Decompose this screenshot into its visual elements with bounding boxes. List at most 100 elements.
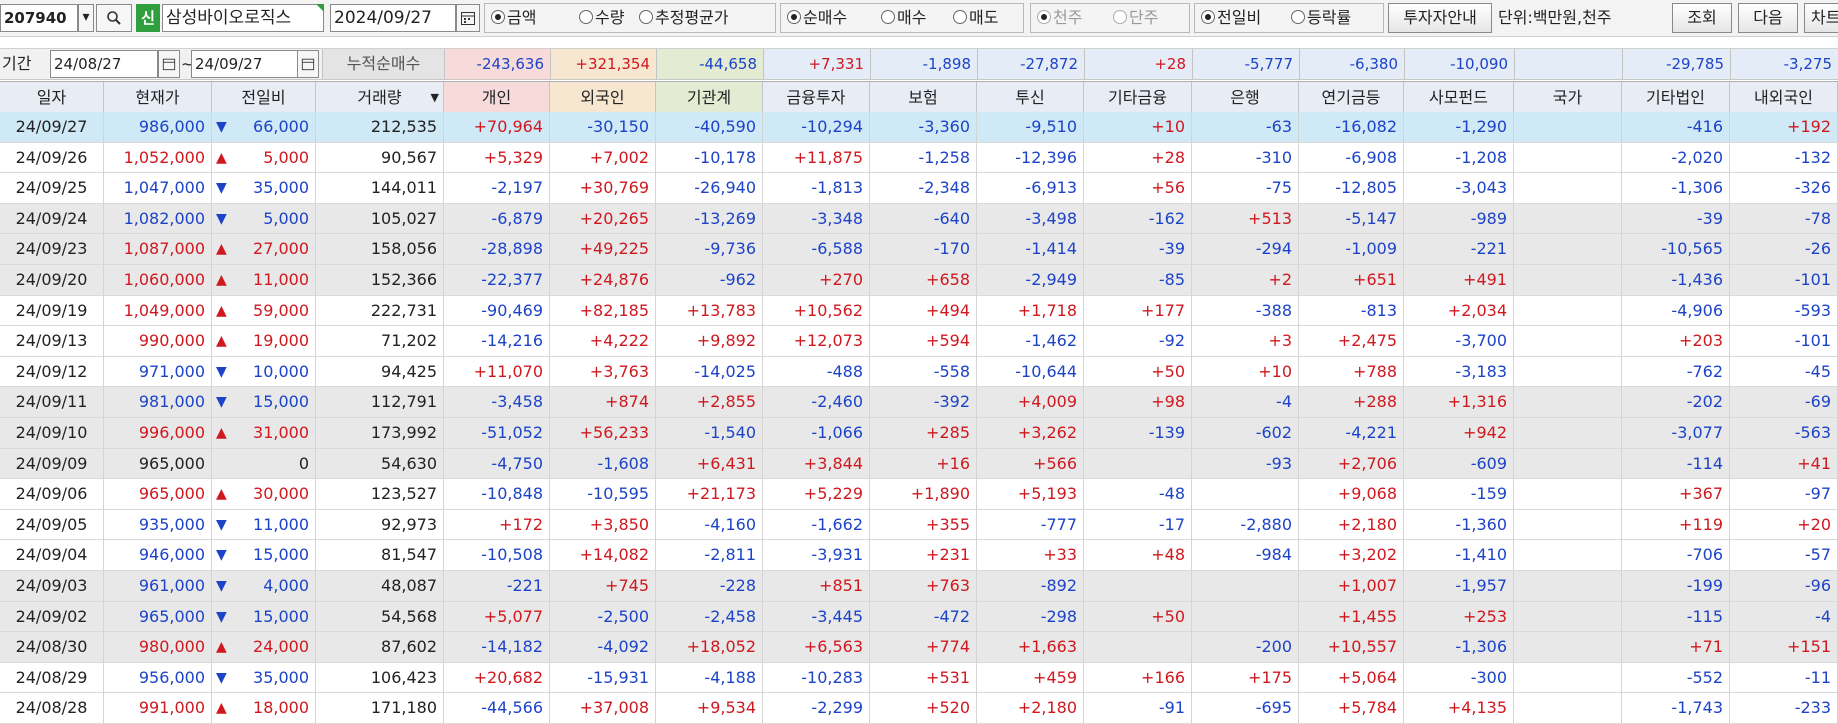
radio-net-buy[interactable]: 순매수 — [787, 4, 847, 32]
investor-value-cell-text: -4,160 — [704, 514, 756, 534]
table-row[interactable]: 24/08/30 980,000 ▲ 24,000 87,602 -14,182 -4,09… — [0, 632, 1838, 663]
investor-value-cell-text: -1,306 — [1455, 637, 1507, 657]
investor-value-cell: -233 — [1730, 693, 1838, 724]
radio-single-shares[interactable]: 단주 — [1113, 4, 1158, 32]
radio-avg-price[interactable]: 추정평균가 — [639, 4, 729, 32]
stock-code-input[interactable]: 207940 — [0, 4, 78, 32]
period-to-input[interactable]: 24/09/27 — [191, 50, 299, 78]
table-row[interactable]: 24/09/26 1,052,000 ▲ 5,000 90,567 +5,329 +7,00… — [0, 142, 1838, 174]
investor-value-cell-text: +491 — [1463, 270, 1507, 289]
investor-value-cell-text: -4 — [1815, 606, 1831, 626]
investor-value-cell: -1,436 — [1622, 265, 1730, 295]
investor-value-cell: +192 — [1730, 112, 1838, 142]
investor-value-cell: +520 — [870, 693, 977, 724]
date-input[interactable]: 2024/09/27 — [330, 4, 456, 32]
column-header[interactable]: 기관계 — [656, 82, 763, 113]
investor-value-cell: +253 — [1404, 601, 1514, 632]
table-row[interactable]: 24/08/28 991,000 ▲ 18,000 171,180 -44,566 +37,… — [0, 693, 1838, 724]
column-header[interactable]: 거래량 ▼ — [316, 82, 444, 113]
price-cell: 1,052,000 — [104, 142, 212, 173]
column-header[interactable]: 은행 — [1192, 82, 1299, 113]
column-header[interactable]: 사모펀드 — [1404, 82, 1514, 113]
investor-value-cell: +20,265 — [550, 203, 656, 234]
investor-value-cell-text: +82,185 — [579, 300, 649, 320]
sort-dropdown-icon[interactable]: ▼ — [431, 82, 439, 113]
radio-buy[interactable]: 매수 — [881, 4, 926, 32]
column-header[interactable]: 일자 — [0, 82, 104, 113]
volume-cell: 171,180 — [316, 693, 444, 724]
table-row[interactable]: 24/09/19 1,049,000 ▲ 59,000 222,731 -90,469 +8… — [0, 295, 1838, 327]
date-cell: 24/09/02 — [0, 601, 104, 632]
investor-value-cell: +851 — [763, 571, 870, 601]
stock-name-field[interactable]: 삼성바이오로직스 — [162, 4, 324, 32]
table-row[interactable]: 24/09/10 996,000 ▲ 31,000 173,992 -51,052 +56,… — [0, 418, 1838, 449]
next-button[interactable]: 다음 — [1738, 3, 1798, 33]
table-row[interactable]: 24/09/23 1,087,000 ▲ 27,000 158,056 -28,898 +4… — [0, 234, 1838, 265]
column-header[interactable]: 내외국인 — [1730, 82, 1838, 113]
column-header[interactable]: 현재가 — [104, 82, 212, 113]
change-cell-text: 15,000 — [253, 392, 309, 412]
from-calendar-button[interactable] — [158, 50, 180, 78]
investor-value-cell: -4,160 — [656, 509, 763, 540]
table-row[interactable]: 24/09/04 946,000 ▼ 15,000 81,547 -10,508 +14,0… — [0, 540, 1838, 571]
up-arrow-icon: ▲ — [216, 639, 227, 656]
investor-value-cell: -26 — [1730, 234, 1838, 265]
table-row[interactable]: 24/09/20 1,060,000 ▲ 11,000 152,366 -22,377 +2… — [0, 265, 1838, 296]
radio-quantity[interactable]: 수량 — [579, 4, 624, 32]
change-cell: 0 — [212, 448, 316, 479]
radio-icon — [787, 10, 801, 24]
change-cell-text: 4,000 — [263, 576, 309, 595]
table-row[interactable]: 24/09/25 1,047,000 ▼ 35,000 144,011 -2,197 +30… — [0, 173, 1838, 204]
table-row[interactable]: 24/09/05 935,000 ▼ 11,000 92,973 +172 +3,850 -4… — [0, 509, 1838, 541]
table-row[interactable]: 24/09/13 990,000 ▲ 19,000 71,202 -14,216 +4,22… — [0, 326, 1838, 357]
change-cell-text: 31,000 — [253, 423, 309, 442]
investor-value-cell-text: +3,262 — [1017, 423, 1077, 442]
code-dropdown-button[interactable]: ▾ — [78, 4, 94, 32]
investor-value-cell: +2,180 — [977, 693, 1084, 724]
investor-info-button[interactable]: 투자자안내 — [1388, 3, 1492, 33]
radio-thousand-shares[interactable]: 천주 — [1037, 4, 1082, 32]
query-button[interactable]: 조회 — [1672, 3, 1732, 33]
to-calendar-button[interactable] — [297, 50, 319, 78]
column-header[interactable]: 기타법인 — [1622, 82, 1730, 113]
table-row[interactable]: 24/09/02 965,000 ▼ 15,000 54,568 +5,077 -2,500… — [0, 601, 1838, 633]
table-row[interactable]: 24/09/12 971,000 ▼ 10,000 94,425 +11,070 +3,76… — [0, 356, 1838, 388]
investor-value-cell: +763 — [870, 571, 977, 601]
change-cell: ▼ 15,000 — [212, 601, 316, 632]
table-row[interactable]: 24/09/27 986,000 ▼ 66,000 212,535 +70,964 -30,… — [0, 112, 1838, 143]
table-row[interactable]: 24/09/09 965,000 0 54,630 -4,750 -1,608 +6,431… — [0, 448, 1838, 480]
calendar-button[interactable] — [456, 4, 480, 32]
period-from-input[interactable]: 24/08/27 — [50, 50, 158, 78]
column-header[interactable]: 투신 — [977, 82, 1084, 113]
chart-button[interactable]: 차트 — [1804, 3, 1838, 33]
investor-value-cell: -28,898 — [444, 234, 550, 265]
column-header[interactable]: 기타금융 — [1084, 82, 1192, 113]
investor-value-cell: -2,348 — [870, 173, 977, 204]
search-button[interactable] — [96, 4, 132, 32]
investor-value-cell-text: +2,855 — [696, 392, 756, 412]
table-row[interactable]: 24/09/11 981,000 ▼ 15,000 112,791 -3,458 +874 +… — [0, 387, 1838, 418]
radio-amount[interactable]: 금액 — [491, 4, 536, 32]
column-header[interactable]: 전일비 — [212, 82, 316, 113]
investor-value-cell-text: +5,784 — [1337, 698, 1397, 718]
column-header[interactable]: 개인 — [444, 82, 550, 113]
column-header[interactable]: 외국인 — [550, 82, 656, 113]
investor-value-cell-text: +1,718 — [1017, 300, 1077, 320]
radio-change-rate[interactable]: 등락률 — [1291, 4, 1351, 32]
column-header[interactable]: 보험 — [870, 82, 977, 113]
table-row[interactable]: 24/09/03 961,000 ▼ 4,000 48,087 -221 +745 -228 +… — [0, 571, 1838, 602]
cumulative-value: -243,636 — [444, 49, 550, 79]
table-row[interactable]: 24/09/24 1,082,000 ▼ 5,000 105,027 -6,879 +20,… — [0, 203, 1838, 235]
volume-cell: 87,602 — [316, 632, 444, 663]
investor-value-cell-text: -97 — [1804, 484, 1831, 504]
column-header[interactable]: 연기금등 — [1299, 82, 1404, 113]
column-header[interactable]: 금융투자 — [763, 82, 870, 113]
table-row[interactable]: 24/09/06 965,000 ▲ 30,000 123,527 -10,848 -10,… — [0, 479, 1838, 510]
column-header[interactable]: 국가 — [1514, 82, 1622, 113]
investor-value-cell-text: +5,193 — [1017, 484, 1077, 504]
table-row[interactable]: 24/08/29 956,000 ▼ 35,000 106,423 +20,682 -15,… — [0, 662, 1838, 694]
investor-value-cell-text: -2,458 — [704, 606, 756, 626]
radio-sell[interactable]: 매도 — [953, 4, 998, 32]
volume-cell: 112,791 — [316, 387, 444, 418]
radio-prev-day[interactable]: 전일비 — [1201, 4, 1261, 32]
